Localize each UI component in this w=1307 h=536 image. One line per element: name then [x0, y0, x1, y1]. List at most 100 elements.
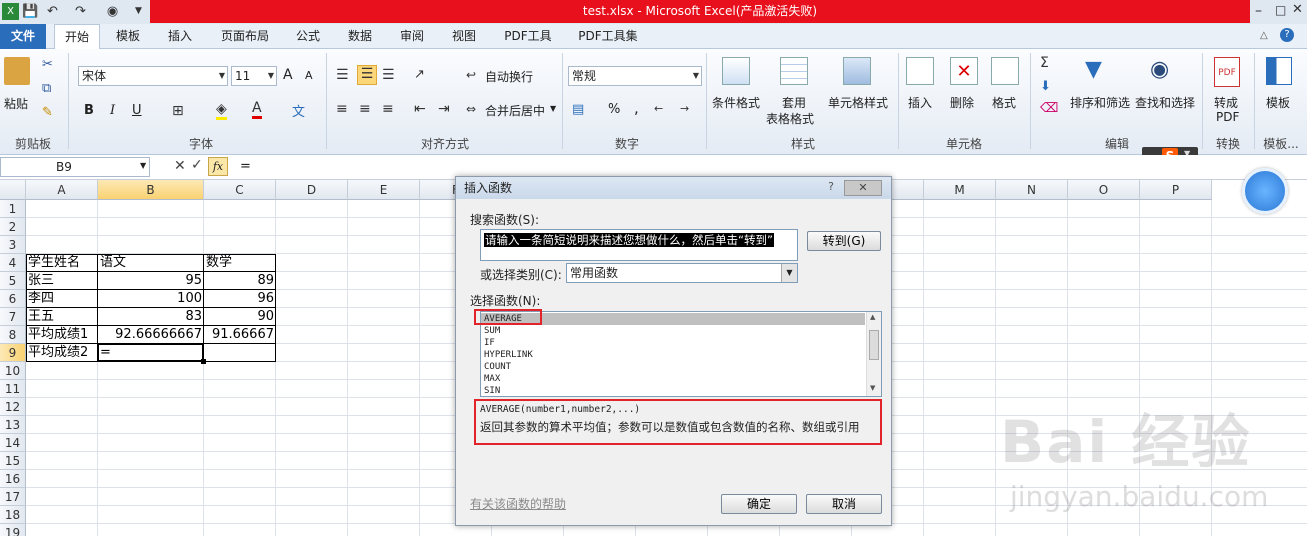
cancel-entry-icon[interactable]: ✕ — [174, 158, 186, 174]
row-header[interactable]: 4 — [0, 254, 26, 272]
name-box[interactable]: B9 — [0, 157, 150, 177]
tab-insert[interactable]: 插入 — [160, 24, 200, 49]
row-header[interactable]: 10 — [0, 362, 26, 380]
minimize-icon[interactable]: – — [1255, 3, 1262, 19]
bold-button[interactable]: B — [84, 103, 94, 118]
column-header[interactable]: O — [1068, 180, 1140, 200]
cell-a4[interactable]: 学生姓名 — [26, 254, 98, 272]
tab-formulas[interactable]: 公式 — [288, 24, 328, 49]
ribbon-collapse-icon[interactable]: △ — [1260, 30, 1268, 41]
row-header[interactable]: 3 — [0, 236, 26, 254]
maximize-icon[interactable]: □ — [1275, 3, 1286, 17]
conditional-format-icon[interactable] — [722, 57, 750, 85]
category-select[interactable]: 常用函数 ▼ — [566, 263, 798, 283]
border-icon[interactable]: ⊞ — [172, 103, 184, 119]
column-header[interactable]: A — [26, 180, 98, 200]
table-format-button-line2[interactable]: 表格格式 — [766, 110, 814, 127]
italic-button[interactable]: I — [110, 103, 115, 118]
row-header[interactable]: 17 — [0, 488, 26, 506]
insert-cells-button[interactable]: 插入 — [908, 94, 932, 111]
cell-styles-button[interactable]: 单元格样式 — [828, 94, 888, 111]
format-painter-icon[interactable]: ✎ — [42, 105, 53, 120]
convert-pdf-line2[interactable]: PDF — [1216, 110, 1239, 124]
cell-b7[interactable]: 83 — [98, 308, 204, 326]
convert-pdf-line1[interactable]: 转成 — [1214, 94, 1238, 111]
column-header[interactable]: P — [1140, 180, 1212, 200]
help-link[interactable]: 有关该函数的帮助 — [470, 495, 566, 512]
ok-button[interactable]: 确定 — [721, 494, 797, 514]
tab-data[interactable]: 数据 — [340, 24, 380, 49]
list-item[interactable]: SIN — [481, 385, 865, 397]
cell-c8[interactable]: 91.66667 — [204, 326, 276, 344]
row-header[interactable]: 12 — [0, 398, 26, 416]
cell-b5[interactable]: 95 — [98, 272, 204, 290]
list-item[interactable]: IF — [481, 337, 865, 349]
chevron-down-icon[interactable]: ▼ — [140, 161, 146, 170]
template-button[interactable]: 模板 — [1266, 94, 1290, 111]
tab-pdf-tools[interactable]: PDF工具 — [498, 24, 558, 49]
font-size-select[interactable]: 11 ▼ — [231, 66, 277, 86]
row-header[interactable]: 2 — [0, 218, 26, 236]
list-scrollbar[interactable]: ▲ ▼ — [866, 312, 881, 396]
table-format-icon[interactable] — [780, 57, 808, 85]
cell-a5[interactable]: 张三 — [26, 272, 98, 290]
chevron-down-icon[interactable]: ▼ — [550, 104, 556, 113]
cell-c5[interactable]: 89 — [204, 272, 276, 290]
help-icon[interactable]: ? — [821, 180, 841, 196]
align-right-icon[interactable]: ≡ — [382, 101, 394, 117]
close-icon[interactable]: ✕ — [844, 180, 882, 196]
delete-cells-icon[interactable]: ✕ — [950, 57, 978, 85]
format-cells-button[interactable]: 格式 — [992, 94, 1016, 111]
undo-icon[interactable]: ↶ — [44, 3, 61, 20]
tab-template[interactable]: 模板 — [108, 24, 148, 49]
row-header[interactable]: 19 — [0, 524, 26, 536]
align-left-icon[interactable]: ≡ — [336, 101, 348, 117]
align-middle-icon[interactable]: ☰ — [357, 65, 377, 85]
insert-function-button[interactable]: fx — [208, 157, 228, 176]
decrease-indent-icon[interactable]: ⇤ — [414, 101, 426, 117]
format-cells-icon[interactable] — [991, 57, 1019, 85]
fill-icon[interactable]: ⬇ — [1040, 79, 1051, 94]
column-header[interactable]: C — [204, 180, 276, 200]
template-icon[interactable] — [1266, 57, 1292, 85]
align-center-icon[interactable]: ≡ — [359, 101, 371, 117]
conditional-format-button[interactable]: 条件格式 — [712, 94, 760, 111]
list-item[interactable]: HYPERLINK — [481, 349, 865, 361]
tab-file[interactable]: 文件 — [0, 24, 46, 49]
column-header[interactable]: M — [924, 180, 996, 200]
tab-pdf-toolset[interactable]: PDF工具集 — [572, 24, 644, 49]
cell-a6[interactable]: 李四 — [26, 290, 98, 308]
cell-a9[interactable]: 平均成绩2 — [26, 344, 98, 362]
confirm-entry-icon[interactable]: ✓ — [191, 157, 203, 173]
scroll-thumb[interactable] — [869, 330, 879, 360]
shrink-font-button[interactable]: A — [305, 69, 313, 82]
cell-b8[interactable]: 92.66666667 — [98, 326, 204, 344]
sum-icon[interactable]: Σ — [1040, 55, 1049, 71]
row-header[interactable]: 11 — [0, 380, 26, 398]
delete-cells-button[interactable]: 删除 — [950, 94, 974, 111]
column-header[interactable]: D — [276, 180, 348, 200]
fill-color-icon[interactable]: ◈ — [216, 101, 227, 120]
fill-handle[interactable] — [201, 359, 206, 364]
row-header[interactable]: 13 — [0, 416, 26, 434]
sort-filter-icon[interactable]: ▼ — [1085, 57, 1102, 82]
row-header[interactable]: 18 — [0, 506, 26, 524]
scroll-up-icon[interactable]: ▲ — [870, 313, 875, 321]
currency-icon[interactable]: ▤ — [572, 102, 584, 117]
cell-a7[interactable]: 王五 — [26, 308, 98, 326]
find-select-button[interactable]: 查找和选择 — [1135, 94, 1195, 111]
row-header[interactable]: 1 — [0, 200, 26, 218]
cell-a8[interactable]: 平均成绩1 — [26, 326, 98, 344]
cell-c7[interactable]: 90 — [204, 308, 276, 326]
increase-decimal-icon[interactable]: ← — [654, 102, 663, 115]
column-header[interactable]: E — [348, 180, 420, 200]
cell-b4[interactable]: 语文 — [98, 254, 204, 272]
row-header[interactable]: 16 — [0, 470, 26, 488]
cut-icon[interactable]: ✂ — [42, 57, 53, 72]
cell-c6[interactable]: 96 — [204, 290, 276, 308]
tab-review[interactable]: 审阅 — [392, 24, 432, 49]
clear-icon[interactable]: ⌫ — [1040, 101, 1058, 116]
list-item[interactable]: MAX — [481, 373, 865, 385]
orientation-icon[interactable]: ↗ — [414, 67, 425, 82]
list-item[interactable]: COUNT — [481, 361, 865, 373]
